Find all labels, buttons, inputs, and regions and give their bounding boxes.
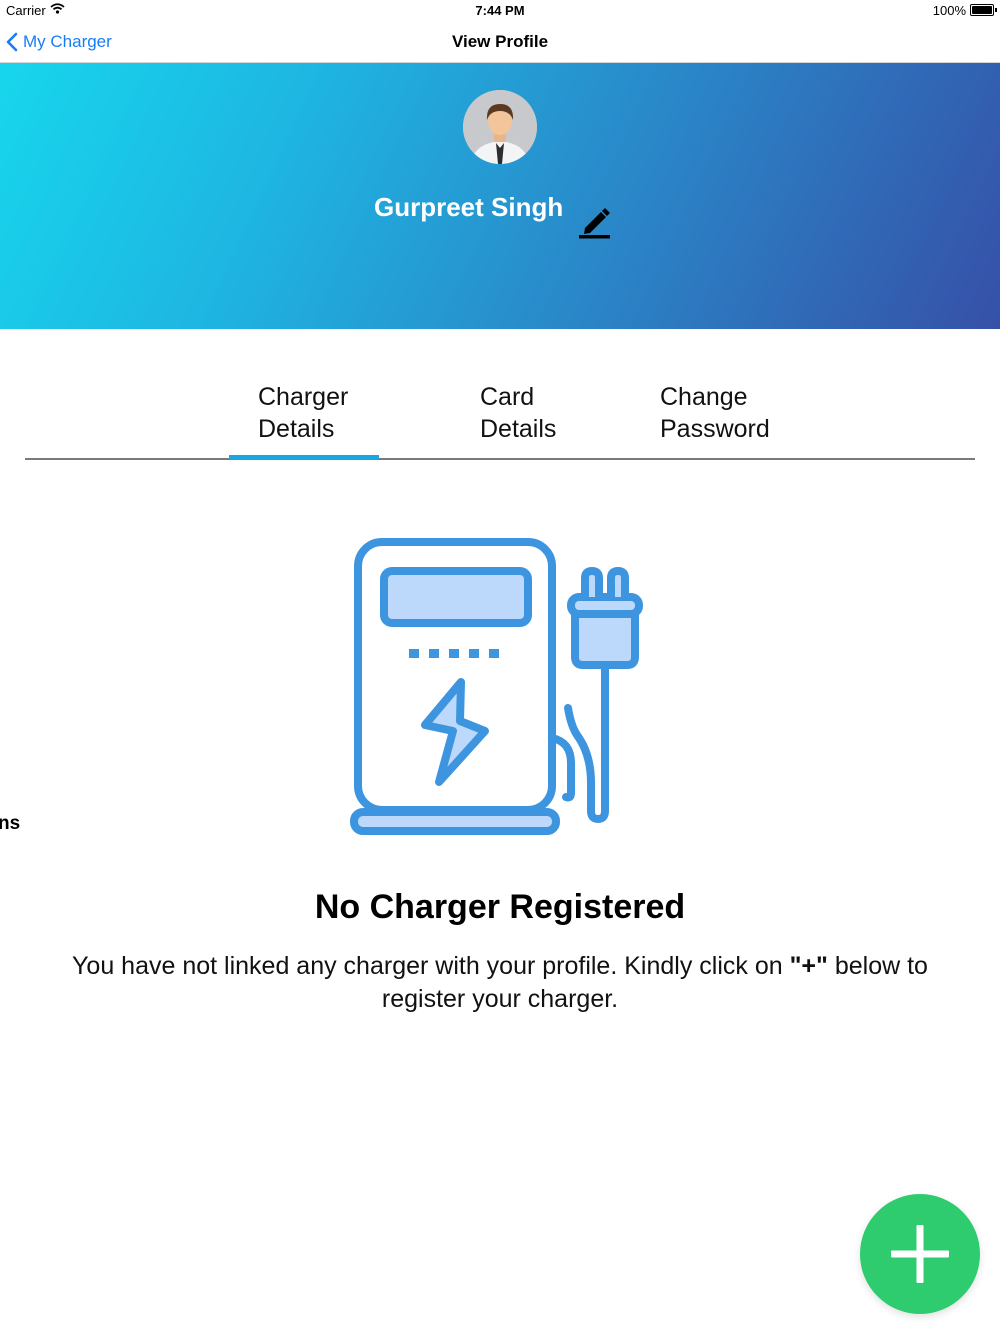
status-time: 7:44 PM [475, 3, 525, 18]
avatar [463, 90, 537, 164]
tab-card-details[interactable]: Card Details [480, 381, 556, 445]
tab-change-password[interactable]: Change Password [660, 381, 770, 445]
battery-percentage: 100% [932, 3, 966, 18]
message-plus-emphasis: "+" [789, 952, 828, 980]
tab-label: Details [480, 415, 557, 443]
tab-label: Change [660, 383, 748, 411]
selected-tab-indicator [229, 455, 379, 460]
battery-icon [970, 4, 997, 16]
page-title: View Profile [451, 32, 549, 51]
empty-state-title: No Charger Registered [314, 888, 686, 926]
ev-charger-icon [350, 538, 643, 835]
pencil-icon[interactable] [578, 201, 612, 239]
tab-label: Card [480, 383, 535, 411]
clipped-label: ns [0, 813, 21, 834]
tab-label: Details [258, 415, 335, 443]
message-text: You have not linked any charger with you… [72, 952, 790, 980]
tab-label: Password [660, 415, 770, 443]
plus-icon [891, 1225, 949, 1283]
profile-header: Gurpreet Singh [0, 63, 1000, 329]
add-charger-button[interactable] [860, 1194, 980, 1314]
status-bar: Carrier 7:44 PM 100% [0, 0, 1000, 22]
profile-tabs: Charger Details Card Details Change Pass… [25, 375, 975, 460]
tab-label: Charger [258, 383, 349, 411]
tabs-divider [25, 458, 975, 460]
navigation-bar: My Charger View Profile [0, 22, 1000, 63]
tab-charger-details[interactable]: Charger Details [258, 381, 348, 445]
profile-name: Gurpreet Singh [374, 192, 564, 222]
empty-state-message: You have not linked any charger with you… [50, 950, 950, 1016]
